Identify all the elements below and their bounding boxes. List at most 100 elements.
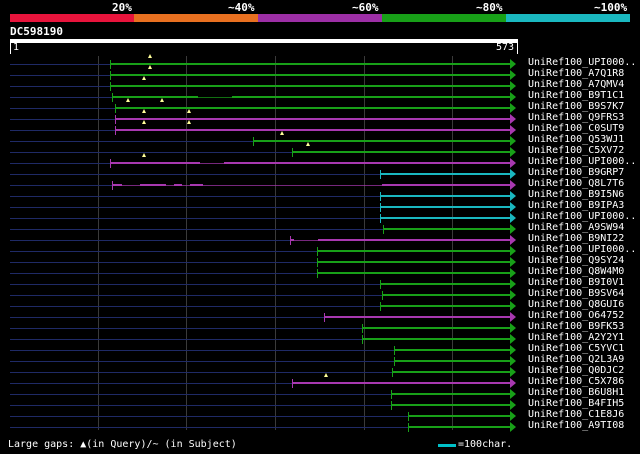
ruler-start-label: 1 [13,42,20,53]
hit-alignment-segment [391,393,510,395]
hit-track [10,152,292,153]
hit-label-link[interactable]: UniRef100_C5YVC1 [528,343,624,354]
hit-label-link[interactable]: UniRef100_B9I5N6 [528,189,624,200]
hit-gap-line [122,185,140,186]
hit-label-link[interactable]: UniRef100_O64752 [528,310,624,321]
hit-track [10,218,380,219]
query-gap-marker-icon [148,54,152,58]
hit-start-tick [362,324,363,333]
query-gap-marker-icon [187,120,191,124]
hit-track [10,405,391,406]
hit-start-tick [115,126,116,135]
hit-label-link[interactable]: UniRef100_B9FK53 [528,321,624,332]
hit-alignment-segment [224,162,510,164]
hit-end-arrow-icon [510,400,516,410]
hit-label-link[interactable]: UniRef100_B9I0V1 [528,277,624,288]
hit-end-arrow-icon [510,158,516,168]
scale-swatch [438,444,456,447]
hit-start-tick [110,71,111,80]
legend-label-100: ~100% [594,1,628,14]
hit-alignment-segment [383,228,510,230]
hit-label-link[interactable]: UniRef100_A9TI08 [528,420,624,431]
hit-label-link[interactable]: UniRef100_B4FIH5 [528,398,624,409]
hit-label-link[interactable]: UniRef100_UPI000.. [528,57,636,68]
hit-end-arrow-icon [510,268,516,278]
hit-start-tick [394,357,395,366]
hit-track [10,361,394,362]
hit-end-arrow-icon [510,279,516,289]
hit-label-link[interactable]: UniRef100_UPI000.. [528,211,636,222]
hit-label-link[interactable]: UniRef100_UPI000.. [528,244,636,255]
hit-label-link[interactable]: UniRef100_C5XV72 [528,145,624,156]
hit-alignment-segment [380,217,510,219]
hit-start-tick [380,170,381,179]
hit-alignment-segment [110,85,510,87]
hit-label-link[interactable]: UniRef100_B9IPA3 [528,200,624,211]
hit-start-tick [317,258,318,267]
hit-label-link[interactable]: UniRef100_A7QMV4 [528,79,624,90]
hit-alignment-segment [292,151,510,153]
hit-alignment-segment [392,371,510,373]
hit-label-link[interactable]: UniRef100_B9T1C1 [528,90,624,101]
hit-label-link[interactable]: UniRef100_B6U8H1 [528,387,624,398]
hit-start-tick [362,335,363,344]
hit-track [10,394,391,395]
hit-end-arrow-icon [510,169,516,179]
scale-label: =100char. [458,439,513,450]
hit-start-tick [112,181,113,190]
hit-alignment-segment [394,349,510,351]
hit-label-link[interactable]: UniRef100_Q8L7T6 [528,178,624,189]
hit-alignment-segment [324,316,510,318]
query-gap-marker-icon [142,153,146,157]
query-gap-marker-icon [280,131,284,135]
hit-start-tick [408,423,409,432]
hit-track [10,350,394,351]
legend-bar-80 [382,14,506,22]
hit-label-link[interactable]: UniRef100_Q9FRS3 [528,112,624,123]
hit-gap-line [166,185,174,186]
hit-label-link[interactable]: UniRef100_C1E8J6 [528,409,624,420]
hit-label-link[interactable]: UniRef100_C0SUT9 [528,123,624,134]
hit-start-tick [292,379,293,388]
hit-label-link[interactable]: UniRef100_B9SV64 [528,288,624,299]
hit-track [10,196,380,197]
hit-label-link[interactable]: UniRef100_A7Q1R8 [528,68,624,79]
hit-start-tick [391,390,392,399]
legend-label-80: ~80% [476,1,503,14]
hit-start-tick [112,93,113,102]
hit-track [10,306,380,307]
hit-end-arrow-icon [510,301,516,311]
hit-label-link[interactable]: UniRef100_C5X786 [528,376,624,387]
query-gap-marker-icon [142,120,146,124]
hit-start-tick [380,214,381,223]
hit-track [10,427,408,428]
hit-track [10,328,362,329]
hit-label-link[interactable]: UniRef100_A9SW94 [528,222,624,233]
hit-label-link[interactable]: UniRef100_Q53WJ1 [528,134,624,145]
hit-label-link[interactable]: UniRef100_A2Y2Y1 [528,332,624,343]
hit-end-arrow-icon [510,125,516,135]
hit-label-link[interactable]: UniRef100_B9NI22 [528,233,624,244]
hit-label-link[interactable]: UniRef100_Q8GUI6 [528,299,624,310]
hit-alignment-segment [112,184,122,186]
ruler-start-tick [10,42,11,54]
hit-label-link[interactable]: UniRef100_Q8W4M0 [528,266,624,277]
hit-alignment-segment [115,129,510,131]
hit-end-arrow-icon [510,103,516,113]
legend-label-40: ~40% [228,1,255,14]
hit-label-link[interactable]: UniRef100_Q2L3A9 [528,354,624,365]
query-gap-marker-icon [142,109,146,113]
hit-alignment-segment [115,107,510,109]
query-ruler [10,39,518,43]
hit-alignment-segment [382,294,510,296]
hit-alignment-segment [380,195,510,197]
hit-label-link[interactable]: UniRef100_Q9SY24 [528,255,624,266]
legend-bar-60 [258,14,382,22]
hit-label-link[interactable]: UniRef100_B9S7K7 [528,101,624,112]
hit-track [10,119,115,120]
hit-end-arrow-icon [510,202,516,212]
hit-track [10,295,382,296]
hit-label-link[interactable]: UniRef100_B9GRP7 [528,167,624,178]
hit-label-link[interactable]: UniRef100_UPI000.. [528,156,636,167]
hit-label-link[interactable]: UniRef100_Q0DJC2 [528,365,624,376]
